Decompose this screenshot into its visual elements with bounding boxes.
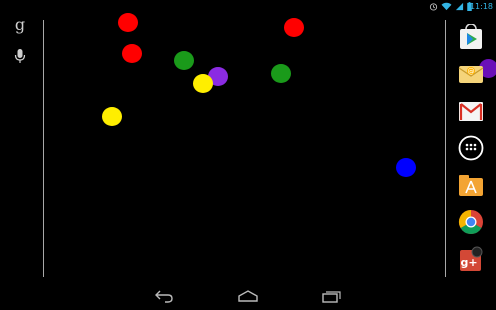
green-ball[interactable] [174,51,194,70]
chrome-icon[interactable] [458,209,484,235]
status-icons [429,0,472,13]
voice-search-icon[interactable] [12,46,28,66]
files-icon[interactable] [458,172,484,198]
alarm-icon [429,3,438,11]
google-search-icon[interactable]: g [12,15,28,35]
yellow-ball[interactable] [193,74,213,93]
status-clock: 11:18 [469,2,493,11]
status-bar: 11:18 [0,0,496,13]
svg-text:@: @ [468,68,475,76]
red-ball[interactable] [122,44,142,63]
gmail-icon[interactable] [458,98,484,124]
google-plus-icon[interactable]: g+ [458,246,484,272]
all-apps-icon[interactable] [458,135,484,161]
red-ball[interactable] [284,18,304,37]
app-dock: @ g+ [446,13,496,277]
home-button[interactable] [237,288,259,304]
svg-text:g+: g+ [460,256,477,269]
yellow-ball[interactable] [102,107,122,126]
blue-ball[interactable] [396,158,416,177]
wifi-icon [441,2,452,11]
recents-button[interactable] [321,288,343,304]
cell-signal-icon [455,2,464,11]
email-icon[interactable]: @ [458,61,484,87]
back-button[interactable] [153,288,175,304]
green-ball[interactable] [271,64,291,83]
navigation-bar [0,282,496,310]
red-ball[interactable] [118,13,138,32]
live-wallpaper-playfield[interactable] [44,13,445,277]
play-store-icon[interactable] [458,23,484,50]
